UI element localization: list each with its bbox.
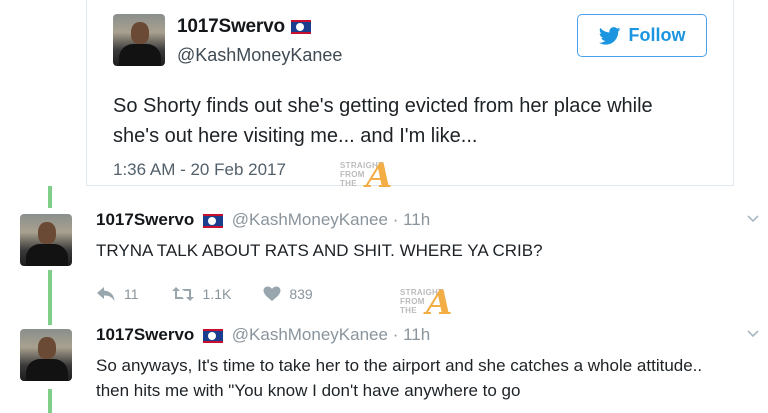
like-action[interactable]: 839 [263, 286, 313, 302]
reply-count: 11 [124, 286, 139, 302]
tweet-text: So anyways, It's time to take her to the… [96, 356, 703, 400]
display-name[interactable]: 1017Swervo [96, 325, 194, 344]
tweet-text: TRYNA TALK ABOUT RATS AND SHIT. WHERE YA… [96, 241, 543, 260]
watermark-text: THE [400, 306, 417, 315]
tweet-age[interactable]: · 11h [393, 210, 431, 229]
chevron-down-icon[interactable] [746, 212, 760, 226]
user-handle[interactable]: @KashMoneyKanee [232, 210, 388, 229]
follow-button[interactable]: Follow [577, 14, 707, 57]
tweet-age[interactable]: · 11h [393, 325, 431, 344]
follow-label: Follow [628, 25, 686, 45]
watermark-logo-letter: A [366, 156, 393, 196]
user-handle[interactable]: @KashMoneyKanee [177, 45, 342, 66]
watermark-logo-letter: A [426, 283, 453, 323]
avatar[interactable] [113, 14, 165, 66]
tweet-actions: 11 1.1K 839 [96, 286, 345, 302]
user-handle[interactable]: @KashMoneyKanee [232, 325, 388, 344]
embedded-tweet: 1017Swervo @KashMoneyKanee Follow So Sho… [86, 0, 734, 186]
reply-action[interactable]: 11 [96, 286, 139, 302]
straight-from-the-a-watermark: STRAIGHT FROM THE A [400, 283, 464, 323]
like-count: 839 [289, 286, 313, 302]
heart-icon [263, 286, 281, 301]
watermark-text: FROM [340, 170, 365, 179]
belize-flag-icon [203, 213, 224, 228]
straight-from-the-a-watermark: STRAIGHT FROM THE A [340, 156, 404, 196]
belize-flag-icon [203, 328, 224, 343]
reply-header: 1017Swervo @KashMoneyKanee · 11h [96, 210, 430, 230]
tweet-timestamp[interactable]: 1:36 AM - 20 Feb 2017 [113, 160, 286, 180]
reply-header: 1017Swervo @KashMoneyKanee · 11h [96, 325, 430, 345]
retweet-icon [171, 287, 194, 301]
avatar[interactable] [20, 329, 72, 381]
watermark-text: THE [340, 179, 357, 188]
watermark-text: FROM [400, 297, 425, 306]
twitter-bird-icon [598, 26, 620, 45]
retweet-action[interactable]: 1.1K [171, 286, 232, 302]
belize-flag-icon [290, 19, 311, 34]
avatar[interactable] [20, 214, 72, 266]
tweet-text: So Shorty finds out she's getting evicte… [113, 95, 653, 147]
display-name-text[interactable]: 1017Swervo [177, 16, 285, 37]
thread-reply: 1017Swervo @KashMoneyKanee · 11h So anyw… [0, 325, 768, 413]
display-name[interactable]: 1017Swervo [96, 210, 194, 229]
thread-reply: 1017Swervo @KashMoneyKanee · 11h TRYNA T… [0, 210, 768, 310]
reply-icon [97, 287, 115, 301]
display-name[interactable]: 1017Swervo [177, 16, 311, 38]
retweet-count: 1.1K [202, 286, 232, 302]
chevron-down-icon[interactable] [746, 327, 760, 341]
